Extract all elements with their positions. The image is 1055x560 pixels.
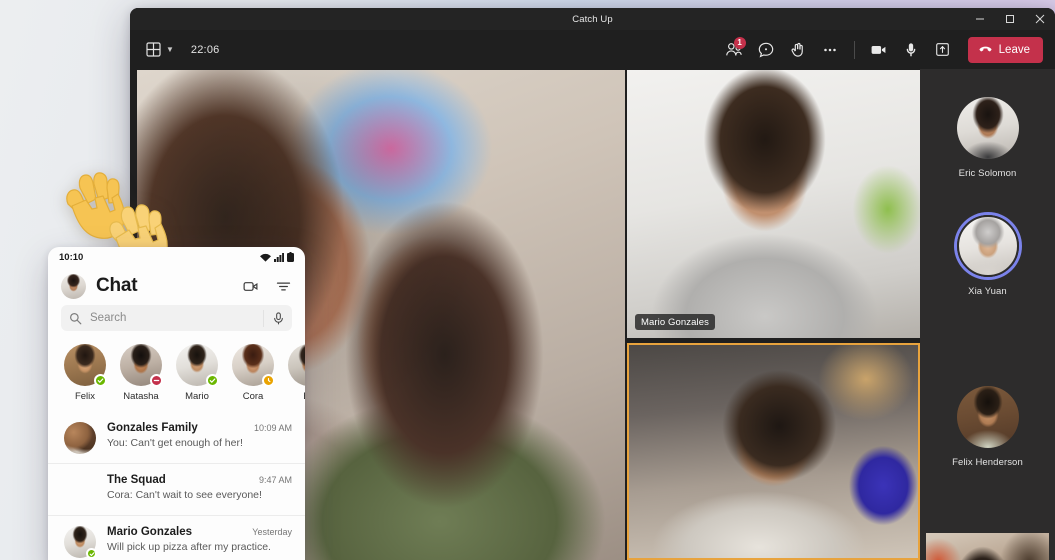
chat-list-item[interactable]: Mario Gonzales Yesterday Will pick up pi… (48, 515, 305, 560)
video-tile-active-speaker[interactable] (627, 343, 920, 560)
phone-header-actions (242, 278, 292, 295)
avatar (288, 344, 305, 386)
chat-title: Gonzales Family (107, 422, 198, 434)
people-button[interactable]: 1 (719, 36, 749, 64)
chat-title: The Squad (107, 474, 166, 486)
avatar (64, 474, 96, 506)
video-feed-active-speaker (629, 345, 918, 558)
presence-available-icon (94, 374, 107, 387)
contact-name: Eri (288, 391, 305, 402)
search-row: Search (48, 305, 305, 331)
search-icon (69, 312, 82, 325)
contact-item[interactable]: Natasha (120, 344, 163, 402)
signal-icon (274, 252, 284, 262)
participant-rail: Eric Solomon Xia Yuan Felix Henderson (920, 69, 1055, 560)
search-input[interactable]: Search (61, 305, 292, 331)
chat-timestamp: Yesterday (252, 527, 292, 537)
minimize-icon[interactable] (965, 8, 995, 30)
share-screen-button[interactable] (928, 36, 958, 64)
chat-preview: You: Can't get enough of her! (107, 437, 243, 449)
maximize-icon[interactable] (995, 8, 1025, 30)
participant-name-label: Mario Gonzales (635, 314, 715, 330)
chevron-down-icon: ▼ (166, 44, 174, 54)
meeting-timer: 22:06 (190, 43, 220, 56)
roster-item-eric[interactable]: Eric Solomon (920, 97, 1055, 179)
phone-header: Chat (48, 267, 305, 305)
mic-icon[interactable] (263, 309, 284, 327)
avatar (64, 344, 107, 387)
chat-list-item[interactable]: Gonzales Family 10:09 AM You: Can't get … (48, 412, 305, 463)
presence-available-icon (86, 548, 97, 559)
page-title: Chat (96, 275, 138, 296)
presence-available-icon (206, 374, 219, 387)
chat-preview: Will pick up pizza after my practice. (107, 541, 271, 553)
close-icon[interactable] (1025, 8, 1055, 30)
contacts-row: Felix Natasha Mario Cora (48, 331, 305, 402)
window-title: Catch Up (572, 13, 613, 25)
roster-item-felix[interactable]: Felix Henderson (920, 386, 1055, 468)
avatar-speaking (956, 215, 1019, 277)
user-avatar[interactable] (61, 273, 86, 299)
avatar (956, 386, 1019, 448)
chat-timestamp: 9:47 AM (258, 475, 292, 485)
meeting-toolbar: ▼ 22:06 1 Leave (130, 30, 1055, 69)
view-switch-button[interactable]: ▼ (146, 42, 174, 57)
roster-item-xia[interactable]: Xia Yuan (920, 215, 1055, 297)
window-titlebar: Catch Up (130, 8, 1055, 30)
avatar (956, 97, 1019, 159)
toolbar-divider (853, 40, 855, 59)
grid-view-icon (146, 42, 161, 57)
avatar (232, 344, 275, 387)
leave-button[interactable]: Leave (967, 36, 1043, 63)
avatar (64, 422, 96, 454)
contact-item[interactable]: Felix (64, 344, 107, 402)
avatar (120, 344, 163, 387)
chat-button[interactable] (751, 36, 781, 64)
battery-icon (287, 252, 294, 262)
more-options-button[interactable] (815, 36, 845, 64)
video-feed-rail (926, 533, 1049, 560)
raise-hand-button[interactable] (783, 36, 813, 64)
avatar (64, 526, 97, 559)
roster-name: Felix Henderson (952, 457, 1023, 468)
status-time: 10:10 (59, 251, 84, 263)
filter-icon[interactable] (275, 278, 292, 295)
contact-name: Natasha (123, 391, 159, 402)
new-meeting-icon[interactable] (242, 278, 259, 295)
contact-item[interactable]: Cora (232, 344, 275, 402)
leave-label: Leave (998, 43, 1030, 56)
hangup-icon (978, 42, 993, 57)
chat-preview: Cora: Can't wait to see everyone! (107, 489, 262, 501)
people-badge: 1 (733, 36, 746, 49)
chat-list: Gonzales Family 10:09 AM You: Can't get … (48, 412, 305, 560)
search-placeholder: Search (90, 312, 127, 324)
contact-name: Felix (74, 391, 96, 402)
window-controls (965, 8, 1055, 30)
status-indicators (260, 252, 294, 262)
chat-timestamp: 10:09 AM (253, 423, 292, 433)
roster-name: Xia Yuan (968, 286, 1007, 297)
camera-button[interactable] (864, 36, 894, 64)
video-tile-mario[interactable]: Mario Gonzales (627, 70, 920, 338)
chat-list-item[interactable]: The Squad 9:47 AM Cora: Can't wait to se… (48, 463, 305, 515)
avatar (176, 344, 219, 387)
contact-item[interactable]: Eri (288, 344, 305, 402)
presence-away-icon (262, 374, 275, 387)
presence-busy-icon (150, 374, 163, 387)
wifi-icon (260, 253, 271, 262)
phone-status-bar: 10:10 (48, 247, 305, 267)
contact-name: Cora (242, 391, 264, 402)
phone-chat-panel: 10:10 Chat Search Felix Natasha Mario Co… (48, 247, 305, 560)
video-feed-mario (627, 70, 920, 338)
toolbar-actions: 1 Leave (719, 30, 1043, 69)
chat-title: Mario Gonzales (107, 526, 192, 538)
microphone-button[interactable] (896, 36, 926, 64)
contact-item[interactable]: Mario (176, 344, 219, 402)
video-tile-rail-overflow[interactable] (926, 533, 1049, 560)
contact-name: Mario (185, 391, 209, 402)
roster-name: Eric Solomon (958, 168, 1017, 179)
